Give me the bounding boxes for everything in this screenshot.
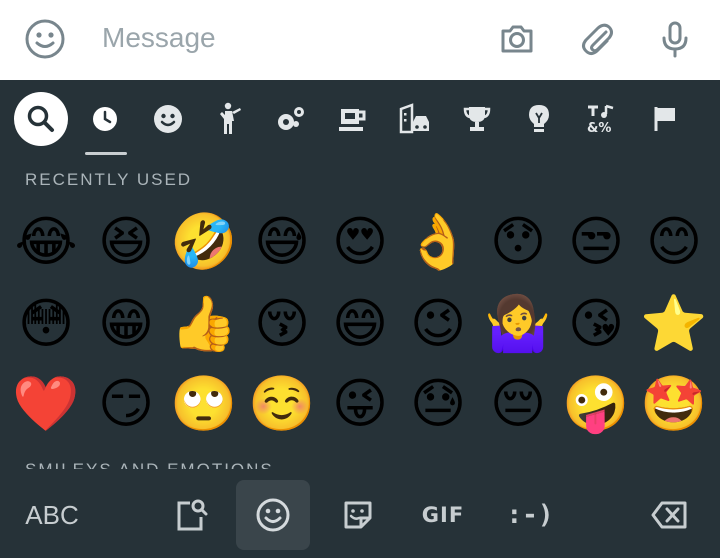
microphone-icon [662, 21, 688, 58]
emoji-item[interactable]: ⭐ [640, 292, 707, 356]
emoji-item[interactable]: 😊 [642, 210, 706, 274]
emoji-item[interactable]: 😁 [94, 292, 158, 356]
tab-people[interactable] [204, 92, 258, 146]
smiley-icon [256, 498, 290, 532]
emoji-item[interactable]: 🤪 [562, 372, 629, 436]
delete-button[interactable] [640, 480, 700, 550]
backspace-icon [651, 501, 687, 529]
emoji-toggle-button[interactable] [22, 16, 68, 62]
tab-symbols[interactable]: &% [574, 92, 628, 146]
selected-tab-indicator [85, 152, 127, 155]
emoji-item[interactable]: 👍 [170, 292, 237, 356]
tab-recent[interactable] [78, 92, 132, 146]
sticker-button[interactable] [330, 480, 386, 550]
tab-activities[interactable] [450, 92, 504, 146]
emoji-item[interactable]: 😆 [94, 210, 158, 274]
search-icon [27, 105, 54, 132]
tab-travel-places[interactable] [388, 92, 442, 146]
tab-animals-nature[interactable] [264, 92, 318, 146]
attach-button[interactable] [574, 16, 620, 62]
emoji-item[interactable]: 😜 [328, 372, 392, 436]
sticker-icon [344, 501, 372, 529]
paperclip-icon [582, 23, 613, 55]
tab-objects[interactable] [512, 92, 566, 146]
tab-search[interactable] [14, 92, 68, 146]
clock-icon [93, 107, 117, 131]
emoticon-button[interactable]: :-) [500, 480, 560, 550]
emoji-item[interactable]: 😔 [486, 372, 550, 436]
emoji-item[interactable]: 😄 [328, 292, 392, 356]
flower-icon [278, 107, 304, 130]
trophy-icon [463, 107, 491, 131]
gif-button[interactable]: GIF [412, 480, 474, 550]
emoji-item[interactable]: 😯 [486, 210, 550, 274]
clipboard-search-button[interactable] [160, 480, 222, 550]
coffee-icon [339, 109, 366, 131]
emoji-item[interactable]: ❤️ [12, 372, 79, 436]
emoji-keyboard-tab[interactable] [236, 480, 310, 550]
emoji-item[interactable]: 🤩 [640, 372, 707, 436]
emoji-category-tabs: &% [0, 80, 720, 158]
svg-text:&%: &% [587, 121, 611, 135]
building-car-icon [399, 103, 429, 134]
emoji-item[interactable]: 😒 [564, 210, 628, 274]
emoji-item[interactable]: 😉 [406, 292, 470, 356]
lightbulb-icon [529, 105, 549, 132]
person-icon [220, 102, 241, 134]
abc-button[interactable]: ABC [10, 480, 94, 550]
message-input[interactable]: Message [102, 22, 216, 54]
message-bar: Message [0, 0, 720, 80]
camera-icon [501, 25, 533, 53]
camera-button[interactable] [494, 16, 540, 62]
voice-button[interactable] [652, 16, 698, 62]
next-section-title: SMILEYS AND EMOTIONS [25, 460, 274, 469]
emoji-item[interactable]: 😂 [14, 210, 78, 274]
emoji-item[interactable]: 😏 [94, 372, 158, 436]
smiley-icon [154, 105, 182, 133]
tab-flags[interactable] [638, 92, 692, 146]
keyboard-bottom-bar: ABC GIF :-) [0, 472, 720, 558]
emoji-item[interactable]: 😳 [14, 292, 78, 356]
emoji-item[interactable]: 😓 [406, 372, 470, 436]
emoji-item[interactable]: 🙄 [170, 372, 237, 436]
smiley-icon [25, 19, 65, 59]
section-title: RECENTLY USED [25, 170, 193, 189]
tab-smileys[interactable] [141, 92, 195, 146]
symbols-icon: &% [587, 104, 614, 135]
emoji-item[interactable]: ☺️ [248, 372, 315, 436]
emoji-item[interactable]: 😍 [328, 210, 392, 274]
emoji-item[interactable]: 😘 [564, 292, 628, 356]
clipboard-search-icon [177, 499, 208, 531]
emoji-item[interactable]: 🤣 [170, 210, 237, 274]
emoji-item[interactable]: 😅 [250, 210, 314, 274]
emoji-item[interactable]: 🤷‍♀️ [484, 292, 551, 356]
tab-food-drink[interactable] [326, 92, 380, 146]
emoji-item[interactable]: 😚 [250, 292, 314, 356]
emoji-item[interactable]: 👌 [404, 210, 471, 274]
flag-icon [654, 107, 675, 131]
